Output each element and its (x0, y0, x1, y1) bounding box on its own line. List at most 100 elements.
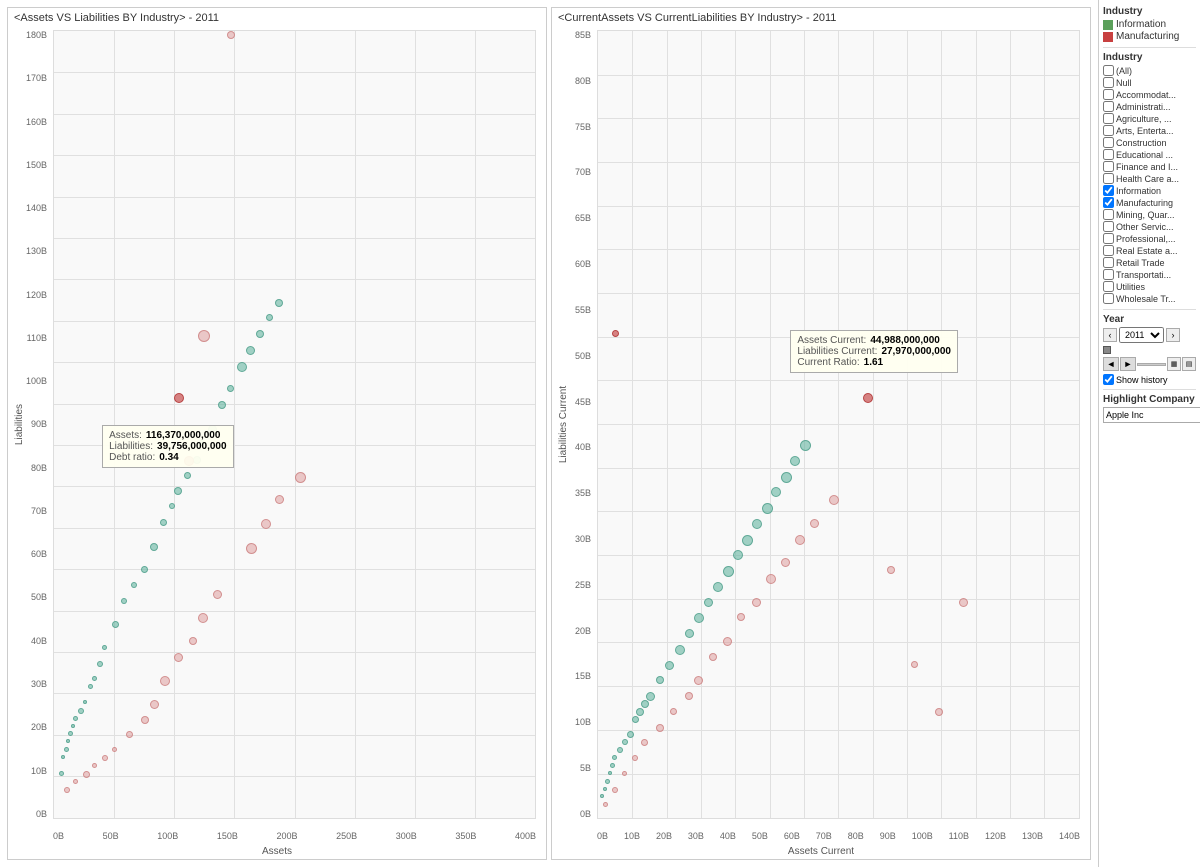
filter-mining-label: Mining, Quar... (1116, 210, 1175, 220)
filter-construction-label: Construction (1116, 138, 1167, 148)
chart1-container: <Assets VS Liabilities BY Industry> - 20… (7, 7, 547, 860)
filter-arts-checkbox[interactable] (1103, 125, 1114, 136)
filter-educational-checkbox[interactable] (1103, 149, 1114, 160)
filter-all[interactable]: (All) (1103, 65, 1196, 76)
chart2-container: <CurrentAssets VS CurrentLiabilities BY … (551, 7, 1091, 860)
filter-administrati[interactable]: Administrati... (1103, 101, 1196, 112)
year-next-button[interactable]: › (1166, 328, 1180, 342)
charts-area: <Assets VS Liabilities BY Industry> - 20… (0, 0, 1098, 867)
charts-row: <Assets VS Liabilities BY Industry> - 20… (5, 5, 1093, 862)
filter-all-label: (All) (1116, 66, 1132, 76)
filter-other-servic[interactable]: Other Servic... (1103, 221, 1196, 232)
play-back-button[interactable]: ◄ (1103, 357, 1119, 371)
filter-real-estate-checkbox[interactable] (1103, 245, 1114, 256)
filter-agriculture[interactable]: Agriculture, ... (1103, 113, 1196, 124)
chart1-y-label: Liabilities (15, 404, 26, 445)
slider-handle (1103, 346, 1111, 354)
filter-educational[interactable]: Educational ... (1103, 149, 1196, 160)
legend-title: Industry (1103, 6, 1196, 17)
filter-other-servic-checkbox[interactable] (1103, 221, 1114, 232)
filter-professional[interactable]: Professional,... (1103, 233, 1196, 244)
playback-track (1137, 363, 1166, 366)
filter-administrati-label: Administrati... (1116, 102, 1171, 112)
filter-wholesale[interactable]: Wholesale Tr... (1103, 293, 1196, 304)
filter-mining[interactable]: Mining, Quar... (1103, 209, 1196, 220)
playback-row (1103, 346, 1196, 354)
filter-retail-trade[interactable]: Retail Trade (1103, 257, 1196, 268)
highlight-company-input[interactable] (1103, 407, 1200, 423)
year-title: Year (1103, 314, 1196, 325)
filter-health-care-label: Health Care a... (1116, 174, 1179, 184)
year-section: Year ‹ 2011 2010 2009 2008 2012 2013 › ◄ (1103, 309, 1196, 385)
highlight-section: Highlight Company ✕ (1103, 389, 1196, 423)
chart2-x-label: Assets Current (552, 845, 1090, 857)
filter-manufacturing[interactable]: Manufacturing (1103, 197, 1196, 208)
chart2-y-label: Liabilities Current (559, 386, 570, 463)
chart2-gridlines (598, 31, 1079, 818)
filter-construction-checkbox[interactable] (1103, 137, 1114, 148)
filter-administrati-checkbox[interactable] (1103, 101, 1114, 112)
filter-finance-label: Finance and I... (1116, 162, 1178, 172)
filter-wholesale-checkbox[interactable] (1103, 293, 1114, 304)
legend-item-information: Information (1103, 19, 1196, 30)
year-select[interactable]: 2011 2010 2009 2008 2012 2013 (1119, 327, 1164, 343)
filter-real-estate-label: Real Estate a... (1116, 246, 1178, 256)
filter-agriculture-checkbox[interactable] (1103, 113, 1114, 124)
filter-arts-label: Arts, Enterta... (1116, 126, 1174, 136)
filter-professional-checkbox[interactable] (1103, 233, 1114, 244)
filter-agriculture-label: Agriculture, ... (1116, 114, 1172, 124)
filter-educational-label: Educational ... (1116, 150, 1173, 160)
legend-label-manufacturing: Manufacturing (1116, 31, 1179, 42)
play-forward-button[interactable]: ► (1120, 357, 1136, 371)
chart1-title: <Assets VS Liabilities BY Industry> - 20… (8, 8, 546, 28)
filter-information-checkbox[interactable] (1103, 185, 1114, 196)
playback-controls: ◄ ► ▦ ▤ (1103, 357, 1196, 371)
filter-construction[interactable]: Construction (1103, 137, 1196, 148)
filter-null[interactable]: Null (1103, 77, 1196, 88)
show-history-label: Show history (1116, 375, 1168, 385)
filter-all-checkbox[interactable] (1103, 65, 1114, 76)
industry-filter-section: Industry (All) Null Accommodat... Admini… (1103, 47, 1196, 305)
filter-utilities[interactable]: Utilities (1103, 281, 1196, 292)
chart2-plot-area: Assets Current: 44,988,000,000 Liabiliti… (597, 30, 1080, 819)
grid-btn-1[interactable]: ▦ (1167, 357, 1181, 371)
filter-accommodat[interactable]: Accommodat... (1103, 89, 1196, 100)
year-prev-button[interactable]: ‹ (1103, 328, 1117, 342)
filter-manufacturing-label: Manufacturing (1116, 198, 1173, 208)
legend-item-manufacturing: Manufacturing (1103, 31, 1196, 42)
year-control: ‹ 2011 2010 2009 2008 2012 2013 › (1103, 327, 1196, 343)
grid-buttons: ▦ ▤ (1167, 357, 1196, 371)
highlight-input-row: ✕ (1103, 407, 1196, 423)
filter-health-care-checkbox[interactable] (1103, 173, 1114, 184)
filter-transportation-checkbox[interactable] (1103, 269, 1114, 280)
filter-accommodat-checkbox[interactable] (1103, 89, 1114, 100)
filter-information-label: Information (1116, 186, 1161, 196)
show-history-row: Show history (1103, 374, 1196, 385)
filter-manufacturing-checkbox[interactable] (1103, 197, 1114, 208)
chart2-x-axis: 0B 10B 20B 30B 40B 50B 60B 70B 80B 90B 1… (597, 831, 1080, 841)
filter-finance[interactable]: Finance and I... (1103, 161, 1196, 172)
chart1-x-label: Assets (8, 845, 546, 857)
legend-color-manufacturing (1103, 32, 1113, 42)
show-history-checkbox[interactable] (1103, 374, 1114, 385)
filter-health-care[interactable]: Health Care a... (1103, 173, 1196, 184)
chart1-plot-area: Assets: 116,370,000,000 Liabilities: 39,… (53, 30, 536, 819)
filter-other-servic-label: Other Servic... (1116, 222, 1174, 232)
grid-btn-2[interactable]: ▤ (1182, 357, 1196, 371)
filter-professional-label: Professional,... (1116, 234, 1176, 244)
filter-transportation-label: Transportati... (1116, 270, 1171, 280)
filter-mining-checkbox[interactable] (1103, 209, 1114, 220)
filter-finance-checkbox[interactable] (1103, 161, 1114, 172)
filter-utilities-checkbox[interactable] (1103, 281, 1114, 292)
legend-section: Industry Information Manufacturing (1103, 6, 1196, 43)
highlight-title: Highlight Company (1103, 394, 1196, 405)
filter-arts[interactable]: Arts, Enterta... (1103, 125, 1196, 136)
filter-transportation[interactable]: Transportati... (1103, 269, 1196, 280)
filter-information[interactable]: Information (1103, 185, 1196, 196)
filter-null-checkbox[interactable] (1103, 77, 1114, 88)
filter-retail-trade-checkbox[interactable] (1103, 257, 1114, 268)
chart1-gridlines (54, 31, 535, 818)
filter-null-label: Null (1116, 78, 1132, 88)
industry-filter-title: Industry (1103, 52, 1196, 63)
filter-real-estate[interactable]: Real Estate a... (1103, 245, 1196, 256)
